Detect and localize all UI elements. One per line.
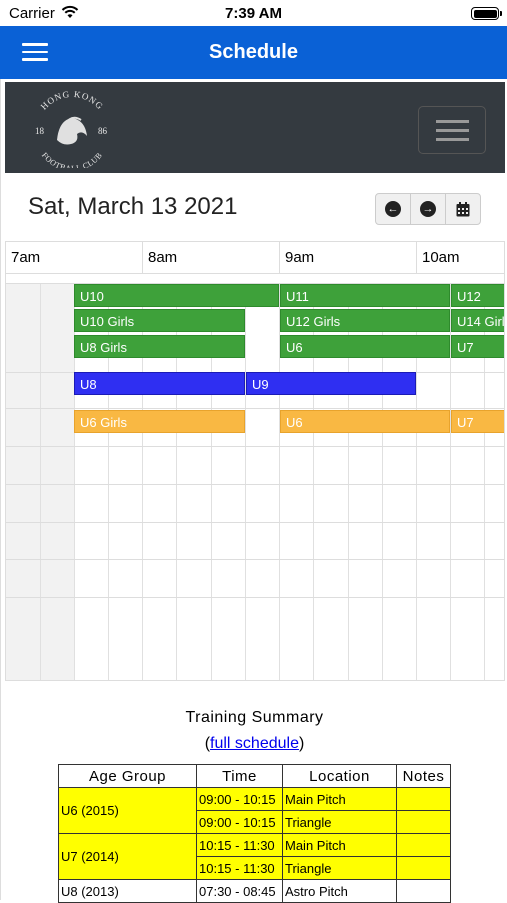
notes-cell [396, 787, 451, 811]
next-day-button[interactable]: → [411, 194, 446, 224]
top-nav-bar: Schedule [0, 26, 507, 79]
location-cell: Main Pitch [282, 787, 397, 811]
notes-cell [396, 833, 451, 857]
hour-label: 9am [285, 249, 315, 266]
event-u6[interactable]: U6 [280, 335, 450, 358]
time-cell: 09:00 - 10:15 [196, 810, 283, 834]
event-u10-girls[interactable]: U10 Girls [74, 309, 245, 332]
schedule-date: Sat, March 13 2021 [28, 193, 238, 220]
club-logo[interactable]: HONG KONG FOOTBALL CLUB 18 86 [27, 90, 117, 168]
notes-cell [396, 879, 451, 903]
table-row: U8 (2013) 07:30 - 08:45 Astro Pitch [58, 879, 451, 903]
event-u12-girls[interactable]: U12 Girls [280, 309, 450, 332]
date-nav-buttons: ← → [375, 193, 481, 225]
location-cell: Triangle [282, 810, 397, 834]
event-u12[interactable]: U12 [451, 284, 504, 307]
battery-icon [471, 7, 502, 20]
age-group-cell: U6 (2015) [58, 787, 197, 834]
column-header: Notes [396, 764, 451, 788]
prev-day-button[interactable]: ← [376, 194, 411, 224]
status-bar: Carrier 7:39 AM [0, 0, 507, 26]
arrow-left-icon: ← [385, 201, 401, 217]
event-u8[interactable]: U8 [74, 372, 245, 395]
notes-cell [396, 856, 451, 880]
location-cell: Triangle [282, 856, 397, 880]
full-schedule-link[interactable]: full schedule [210, 735, 299, 752]
hour-label: 10am [422, 249, 460, 266]
column-header: Location [282, 764, 397, 788]
event-u8-girls[interactable]: U8 Girls [74, 335, 245, 358]
event-u7[interactable]: U7 [451, 335, 504, 358]
time-header: 7am 8am 9am 10am [6, 242, 504, 274]
location-cell: Main Pitch [282, 833, 397, 857]
table-row: U7 (2014) 10:15 - 11:30 Main Pitch [58, 833, 451, 880]
training-summary-table: Age Group Time Location Notes U6 (2015) … [58, 764, 451, 903]
hour-label: 8am [148, 249, 178, 266]
svg-text:18: 18 [35, 126, 45, 136]
clock: 7:39 AM [225, 5, 282, 22]
web-content: HONG KONG FOOTBALL CLUB 18 86 Sat, March… [0, 79, 507, 903]
nav-title: Schedule [209, 41, 298, 63]
location-cell: Astro Pitch [282, 879, 397, 903]
svg-text:86: 86 [98, 126, 108, 136]
notes-cell [396, 810, 451, 834]
time-cell: 10:15 - 11:30 [196, 856, 283, 880]
event-u14-girls[interactable]: U14 Girls [451, 309, 504, 332]
arrow-right-icon: → [420, 201, 436, 217]
age-group-cell: U8 (2013) [58, 879, 197, 903]
calendar-icon [456, 201, 470, 216]
time-cell: 09:00 - 10:15 [196, 787, 283, 811]
schedule-timeline: 7am 8am 9am 10am U10 U11 U12 U10 Girls U… [5, 241, 505, 681]
hour-label: 7am [11, 249, 41, 266]
site-header: HONG KONG FOOTBALL CLUB 18 86 [5, 82, 505, 173]
age-group-cell: U7 (2014) [58, 833, 197, 880]
column-header: Age Group [58, 764, 197, 788]
event-u6-girls[interactable]: U6 Girls [74, 410, 245, 433]
time-cell: 07:30 - 08:45 [196, 879, 283, 903]
event-u6[interactable]: U6 [280, 410, 450, 433]
svg-text:FOOTBALL CLUB: FOOTBALL CLUB [40, 151, 104, 168]
event-u9[interactable]: U9 [246, 372, 416, 395]
column-header: Time [196, 764, 283, 788]
event-u10[interactable]: U10 [74, 284, 279, 307]
event-u11[interactable]: U11 [280, 284, 450, 307]
event-u7[interactable]: U7 [451, 410, 504, 433]
time-cell: 10:15 - 11:30 [196, 833, 283, 857]
summary-link-line: (full schedule) [204, 735, 305, 752]
navbar-toggle-button[interactable] [418, 106, 486, 154]
calendar-button[interactable] [446, 194, 480, 224]
svg-text:HONG KONG: HONG KONG [39, 90, 106, 112]
summary-title: Training Summary [185, 709, 324, 726]
table-row: U6 (2015) 09:00 - 10:15 Main Pitch [58, 787, 451, 834]
